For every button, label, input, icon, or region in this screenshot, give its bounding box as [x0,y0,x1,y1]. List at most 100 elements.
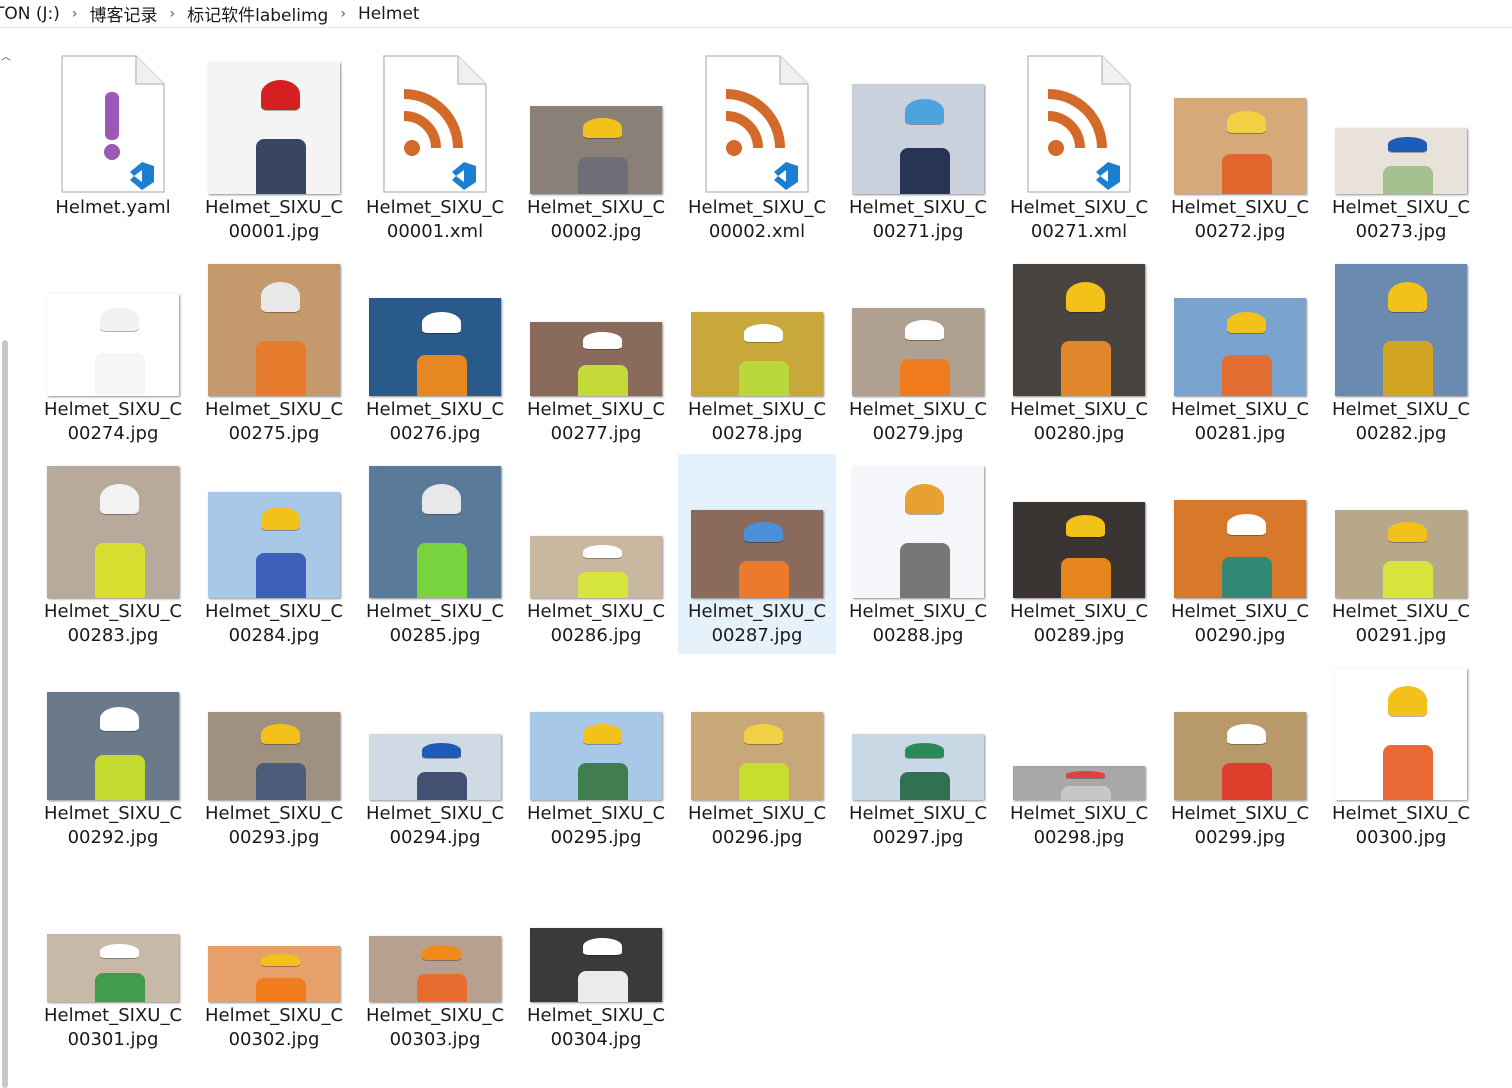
file-item[interactable]: Helmet_SIXU_C 00293.jpg [195,656,353,856]
file-name-line-1: Helmet_SIXU_C [1331,197,1471,218]
file-name-line-1: Helmet_SIXU_C [526,803,666,824]
image-thumbnail [1335,510,1467,598]
file-name-line-1: Helmet_SIXU_C [365,399,505,420]
file-name-line-1: Helmet_SIXU_C [365,1005,505,1026]
scroll-up-arrow-icon[interactable]: ︿ [0,48,12,63]
thumbnail-frame [369,54,501,194]
file-item[interactable]: Helmet_SIXU_C 00298.jpg [1000,656,1158,856]
file-name-line-2: 00002.xml [708,221,806,242]
file-name: Helmet_SIXU_C 00286.jpg [517,600,675,648]
file-item[interactable]: Helmet_SIXU_C 00300.jpg [1322,656,1480,856]
vertical-scrollbar[interactable]: ︿ [0,40,13,1088]
file-item[interactable]: Helmet_SIXU_C 00271.xml [1000,50,1158,250]
file-item[interactable]: Helmet_SIXU_C 00275.jpg [195,252,353,452]
file-name: Helmet_SIXU_C 00301.jpg [34,1004,192,1052]
file-item[interactable]: Helmet_SIXU_C 00278.jpg [678,252,836,452]
file-name-line-1: Helmet_SIXU_C [365,601,505,622]
file-name-line-1: Helmet_SIXU_C [687,399,827,420]
file-item[interactable]: Helmet_SIXU_C 00292.jpg [34,656,192,856]
file-item[interactable]: Helmet_SIXU_C 00001.jpg [195,50,353,250]
file-item[interactable]: Helmet_SIXU_C 00273.jpg [1322,50,1480,250]
file-item[interactable]: Helmet_SIXU_C 00301.jpg [34,858,192,1058]
file-item[interactable]: Helmet_SIXU_C 00276.jpg [356,252,514,452]
file-item[interactable]: Helmet_SIXU_C 00290.jpg [1161,454,1319,654]
file-item[interactable]: Helmet_SIXU_C 00281.jpg [1161,252,1319,452]
thumbnail-frame [1013,458,1145,598]
file-item[interactable]: Helmet_SIXU_C 00285.jpg [356,454,514,654]
image-thumbnail [1013,766,1145,800]
image-thumbnail [208,264,340,396]
file-item[interactable]: Helmet_SIXU_C 00280.jpg [1000,252,1158,452]
chevron-right-icon[interactable]: › [334,6,352,22]
thumbnail-frame [1335,458,1467,598]
scroll-thumb[interactable] [2,340,8,1088]
file-name-line-1: Helmet_SIXU_C [526,1005,666,1026]
file-item[interactable]: Helmet_SIXU_C 00299.jpg [1161,656,1319,856]
file-name: Helmet_SIXU_C 00285.jpg [356,600,514,648]
breadcrumb-item[interactable]: 博客记录 [84,1,164,26]
file-name-line-2: 00001.xml [386,221,484,242]
file-item[interactable]: Helmet_SIXU_C 00302.jpg [195,858,353,1058]
thumbnail-frame [1174,458,1306,598]
breadcrumb-item[interactable]: Helmet [352,4,426,24]
image-thumbnail [530,712,662,800]
thumbnail-frame [208,458,340,598]
file-item[interactable]: Helmet_SIXU_C 00001.xml [356,50,514,250]
file-item[interactable]: Helmet_SIXU_C 00286.jpg [517,454,675,654]
thumbnail-frame [691,256,823,396]
image-thumbnail [208,492,340,598]
breadcrumb-item[interactable]: 标记软件labelimg [181,1,334,26]
file-item[interactable]: Helmet.yaml [34,50,192,250]
file-item[interactable]: Helmet_SIXU_C 00297.jpg [839,656,997,856]
file-item[interactable]: Helmet_SIXU_C 00296.jpg [678,656,836,856]
file-item[interactable]: Helmet_SIXU_C 00304.jpg [517,858,675,1058]
file-name: Helmet_SIXU_C 00295.jpg [517,802,675,850]
thumbnail-frame [1013,54,1145,194]
file-name-line-2: 00302.jpg [228,1029,320,1050]
file-name: Helmet_SIXU_C 00293.jpg [195,802,353,850]
chevron-right-icon[interactable]: › [164,6,182,22]
file-item[interactable]: Helmet_SIXU_C 00002.jpg [517,50,675,250]
file-name-line-2: 00284.jpg [228,625,320,646]
thumbnail-frame [852,256,984,396]
rss-xml-file-icon [382,54,488,194]
file-item[interactable]: Helmet_SIXU_C 00272.jpg [1161,50,1319,250]
file-name-line-2: 00272.jpg [1194,221,1286,242]
file-item[interactable]: Helmet_SIXU_C 00279.jpg [839,252,997,452]
file-item[interactable]: Helmet_SIXU_C 00277.jpg [517,252,675,452]
file-name: Helmet_SIXU_C 00275.jpg [195,398,353,446]
file-item[interactable]: Helmet_SIXU_C 00271.jpg [839,50,997,250]
file-item[interactable]: Helmet_SIXU_C 00287.jpg [678,454,836,654]
file-name-line-2: 00297.jpg [872,827,964,848]
chevron-right-icon[interactable]: › [66,6,84,22]
file-name-line-1: Helmet_SIXU_C [848,601,988,622]
file-name-line-1: Helmet_SIXU_C [848,197,988,218]
breadcrumb-item[interactable]: TON (J:) [0,4,66,24]
file-name-line-2: 00292.jpg [67,827,159,848]
thumbnail-frame [1335,256,1467,396]
file-name-line-2: 00282.jpg [1355,423,1447,444]
file-item[interactable]: Helmet_SIXU_C 00288.jpg [839,454,997,654]
file-item[interactable]: Helmet_SIXU_C 00291.jpg [1322,454,1480,654]
thumbnail-frame [208,256,340,396]
file-name-line-1: Helmet_SIXU_C [365,197,505,218]
file-name-line-1: Helmet_SIXU_C [43,1005,183,1026]
thumbnail-frame [1335,54,1467,194]
thumbnail-frame [369,458,501,598]
file-name-line-2: 00294.jpg [389,827,481,848]
file-item[interactable]: Helmet_SIXU_C 00282.jpg [1322,252,1480,452]
file-name-line-2: 00299.jpg [1194,827,1286,848]
file-item[interactable]: Helmet_SIXU_C 00294.jpg [356,656,514,856]
thumbnail-frame [852,660,984,800]
file-name-line-2: 00290.jpg [1194,625,1286,646]
file-item[interactable]: Helmet_SIXU_C 00295.jpg [517,656,675,856]
file-item[interactable]: Helmet_SIXU_C 00002.xml [678,50,836,250]
file-item[interactable]: Helmet_SIXU_C 00303.jpg [356,858,514,1058]
image-thumbnail [691,312,823,396]
file-item[interactable]: Helmet_SIXU_C 00283.jpg [34,454,192,654]
file-item[interactable]: Helmet_SIXU_C 00284.jpg [195,454,353,654]
file-item[interactable]: Helmet_SIXU_C 00289.jpg [1000,454,1158,654]
file-item[interactable]: Helmet_SIXU_C 00274.jpg [34,252,192,452]
file-name-line-2: 00304.jpg [550,1029,642,1050]
thumbnail-frame [1013,660,1145,800]
